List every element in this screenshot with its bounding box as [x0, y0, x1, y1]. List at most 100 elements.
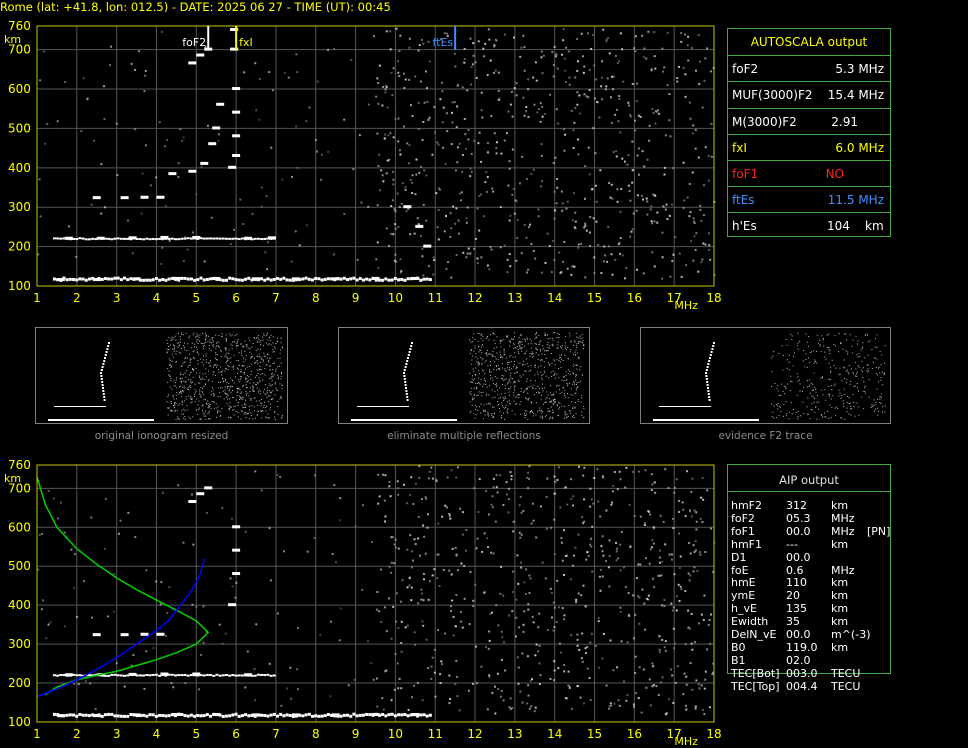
noise-dot	[280, 704, 283, 707]
thumbnail-pixel	[559, 402, 561, 404]
aip-row-value: 00.0	[786, 628, 811, 641]
noise-dot	[482, 47, 485, 50]
thumbnail-pixel	[168, 337, 170, 339]
thumbnail-pixel	[581, 394, 583, 396]
thumbnail-pixel	[247, 381, 249, 383]
thumbnail-pixel	[516, 395, 518, 397]
noise-dot	[637, 563, 640, 566]
thumbnail-pixel	[576, 374, 578, 376]
thumbnail-trace-dot	[727, 419, 729, 421]
thumbnail-pixel	[217, 345, 219, 347]
noise-dot	[486, 537, 489, 540]
noise-dot	[455, 207, 458, 210]
echo-band-dot	[183, 714, 187, 718]
thumbnail-pixel	[557, 341, 559, 343]
thumbnail-trace-dot	[713, 342, 715, 344]
noise-dot	[448, 702, 451, 705]
thumbnail-trace-dot	[406, 360, 409, 362]
thumbnail-pixel	[807, 413, 809, 415]
thumbnail-pixel	[576, 368, 578, 370]
noise-dot	[628, 190, 631, 193]
thumbnail-pixel	[248, 376, 250, 378]
noise-dot	[538, 644, 541, 647]
noise-dot	[390, 205, 393, 208]
noise-dot	[453, 222, 456, 225]
noise-dot	[647, 510, 650, 513]
noise-dot	[592, 502, 595, 505]
noise-dot	[505, 481, 508, 484]
thumbnail-pixel	[207, 380, 209, 382]
thumbnail-pixel	[226, 385, 228, 387]
thumbnail-pixel	[824, 351, 826, 353]
noise-dot	[437, 553, 440, 556]
noise-dot	[415, 173, 418, 176]
thumbnail-pixel	[565, 335, 567, 337]
noise-dot	[581, 660, 584, 663]
noise-dot	[384, 88, 387, 91]
noise-dot	[456, 466, 459, 469]
noise-dot	[446, 476, 449, 479]
thumbnail-pixel	[199, 340, 201, 342]
thumbnail-pixel	[809, 392, 811, 394]
noise-dot	[427, 667, 430, 670]
thumbnail-pixel	[217, 409, 219, 411]
noise-dot	[619, 569, 622, 572]
noise-dot	[388, 566, 391, 569]
noise-dot	[422, 203, 425, 206]
thumbnail-pixel	[540, 399, 542, 401]
echo-band-dot	[52, 712, 56, 716]
noise-dot	[587, 554, 590, 557]
thumbnail-pixel	[871, 404, 873, 406]
thumbnail-pixel	[877, 414, 879, 416]
thumbnail-pixel	[797, 332, 799, 334]
noise-dot	[420, 38, 423, 41]
thumbnail-pixel	[489, 361, 491, 363]
thumbnail-pixel	[858, 366, 860, 368]
noise-dot	[701, 520, 704, 523]
echo-band-dot	[224, 237, 228, 240]
noise-dot	[453, 52, 456, 55]
noise-dot	[615, 150, 618, 153]
thumbnail-pixel	[531, 410, 533, 412]
noise-dot	[499, 695, 502, 698]
noise-dot	[471, 63, 474, 66]
noise-dot	[408, 493, 411, 496]
thumbnail-pixel	[168, 370, 170, 372]
thumbnail-pixel	[848, 373, 850, 375]
thumbnail-pixel	[249, 391, 251, 393]
echo-band-dot	[288, 278, 292, 282]
thumbnail-trace-dot	[731, 419, 733, 421]
thumbnail-pixel	[229, 398, 231, 400]
thumbnail-pixel	[496, 352, 498, 354]
noise-dot	[446, 130, 449, 133]
thumbnail-pixel	[484, 361, 486, 363]
thumbnail-pixel	[176, 377, 178, 379]
thumbnail-pixel	[575, 374, 577, 376]
thumbnail-pixel	[569, 374, 571, 376]
thumbnail-pixel	[263, 404, 265, 406]
noise-dot	[392, 136, 395, 139]
thumbnail-pixel	[245, 377, 247, 379]
noise-dot	[338, 639, 341, 642]
thumbnail-trace-dot	[699, 419, 701, 421]
noise-dot	[694, 69, 697, 72]
noise-dot	[560, 271, 563, 274]
noise-dot	[384, 520, 387, 523]
thumbnail-pixel	[503, 379, 505, 381]
noise-dot	[463, 564, 466, 567]
thumbnail-pixel	[884, 362, 886, 364]
noise-dot	[456, 161, 459, 164]
noise-dot	[580, 657, 583, 660]
thumbnail-pixel	[247, 366, 249, 368]
thumbnail-pixel	[192, 334, 194, 336]
echo-band-dot	[247, 714, 251, 718]
thumbnail-trace-dot	[102, 390, 105, 392]
thumbnail-pixel	[204, 332, 206, 334]
noise-dot	[544, 261, 547, 264]
noise-dot	[605, 85, 608, 88]
thumbnail-pixel	[173, 349, 175, 351]
aip-row-value: 20	[786, 589, 800, 603]
noise-dot	[90, 516, 93, 519]
noise-dot	[410, 599, 413, 602]
thumbnail-pixel	[258, 369, 260, 371]
